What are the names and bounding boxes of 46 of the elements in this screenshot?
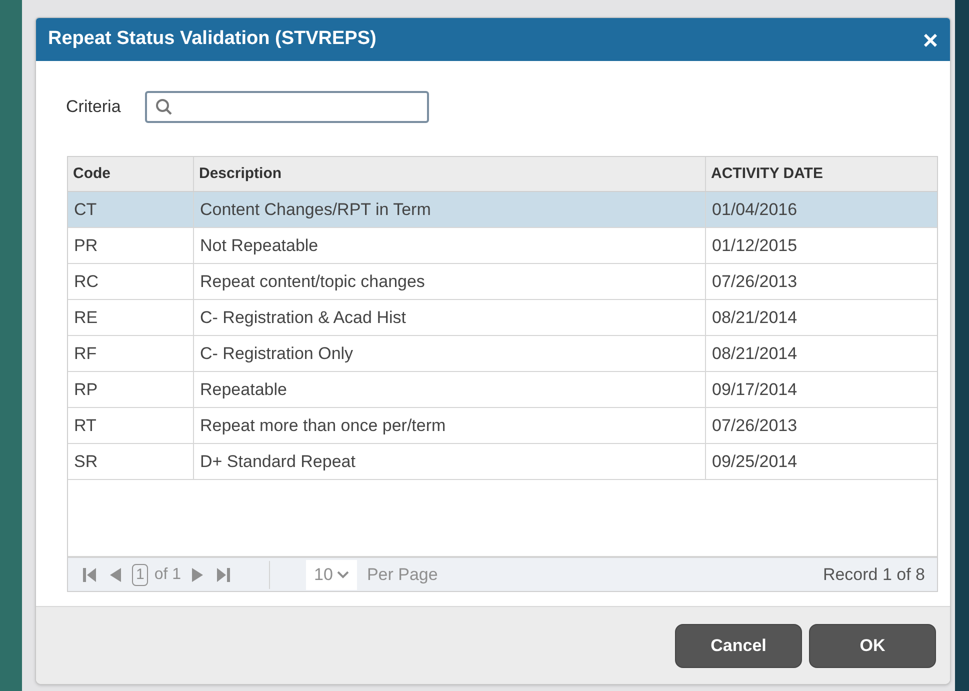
dialog-title: Repeat Status Validation (STVREPS) <box>48 27 376 52</box>
column-header[interactable]: Description <box>193 157 705 191</box>
table-cell: 09/17/2014 <box>705 372 937 407</box>
table-row[interactable]: CT Content Changes/RPT in Term 01/04/2016 <box>68 192 937 228</box>
table-cell-text: RP <box>73 378 99 401</box>
table-cell-text: SR <box>73 450 99 473</box>
table-cell: 08/21/2014 <box>705 336 937 371</box>
table-cell: Repeat more than once per/term <box>193 408 705 443</box>
criteria-label: Criteria <box>66 96 121 118</box>
close-button[interactable]: × <box>922 26 938 52</box>
table-cell: 07/26/2013 <box>705 264 937 299</box>
table-row[interactable]: RP Repeatable 09/17/2014 <box>68 372 937 408</box>
per-page-label: Per Page <box>366 564 438 586</box>
ok-button[interactable]: OK <box>809 624 936 668</box>
column-header[interactable]: Code <box>68 157 193 191</box>
table-cell-text: RT <box>73 414 98 437</box>
table-row[interactable]: RE C- Registration & Acad Hist 08/21/2014 <box>68 300 937 336</box>
table-cell: Repeat content/topic changes <box>193 264 705 299</box>
table-cell: 08/21/2014 <box>705 300 937 335</box>
table-cell: D+ Standard Repeat <box>193 444 705 479</box>
page-count: of 1 <box>154 564 182 584</box>
table-cell: 01/12/2015 <box>705 228 937 263</box>
table-cell: Repeatable <box>193 372 705 407</box>
table-row[interactable]: PR Not Repeatable 01/12/2015 <box>68 228 937 264</box>
table-cell: 09/25/2014 <box>705 444 937 479</box>
table-row[interactable]: SR D+ Standard Repeat 09/25/2014 <box>68 444 937 480</box>
table-row[interactable]: RT Repeat more than once per/term 07/26/2013 <box>68 408 937 444</box>
table-cell-text: RE <box>73 306 99 329</box>
table-cell: Not Repeatable <box>193 228 705 263</box>
table-cell: Content Changes/RPT in Term <box>193 192 705 227</box>
cancel-button[interactable]: Cancel <box>675 624 802 668</box>
column-header[interactable]: ACTIVITY DATE <box>705 157 937 191</box>
criteria-field[interactable] <box>144 91 429 123</box>
table-cell-text: RC <box>73 270 100 293</box>
table-cell-text: RF <box>73 342 98 365</box>
table-row[interactable]: RC Repeat content/topic changes 07/26/2013 <box>68 264 937 300</box>
table-cell: C- Registration Only <box>193 336 705 371</box>
table-cell: 07/26/2013 <box>705 408 937 443</box>
table-row[interactable]: RF C- Registration Only 08/21/2014 <box>68 336 937 372</box>
table-cell: 01/04/2016 <box>705 192 937 227</box>
table-cell-text: CT <box>73 198 98 221</box>
table-cell: C- Registration & Acad Hist <box>193 300 705 335</box>
record-count: Record 1 of 8 <box>822 564 925 586</box>
search-icon <box>154 98 173 116</box>
table-cell-text: PR <box>73 234 99 257</box>
chevron-down-icon <box>336 570 349 578</box>
